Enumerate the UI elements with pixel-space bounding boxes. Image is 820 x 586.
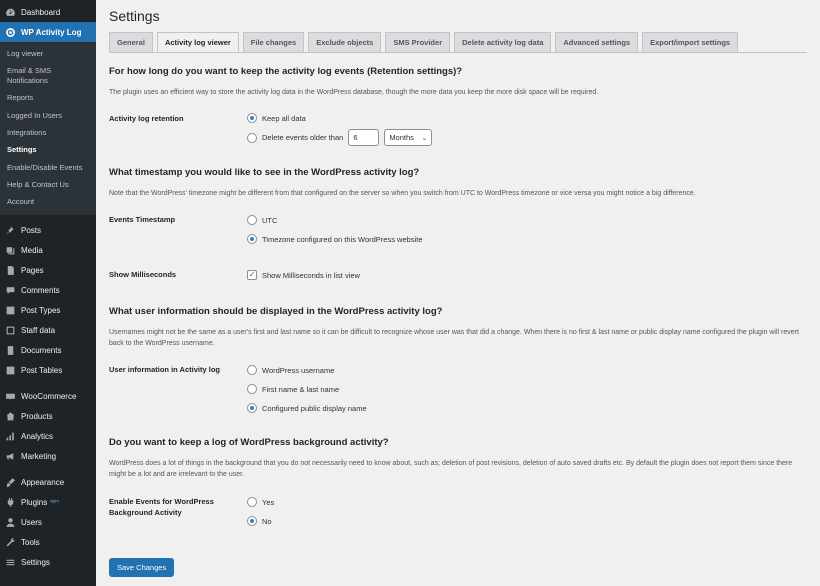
analytics-icon	[4, 430, 17, 443]
timestamp-wp-timezone-option[interactable]: Timezone configured on this WordPress we…	[247, 234, 423, 244]
background-description: WordPress does a lot of things in the ba…	[109, 460, 793, 478]
admin-sidebar: Dashboard WP Activity Log Log viewer Ema…	[0, 0, 96, 586]
milliseconds-checkbox[interactable]: ✓	[247, 270, 257, 280]
paintbrush-icon	[4, 476, 17, 489]
display-name-radio[interactable]	[247, 403, 257, 413]
pages-icon	[4, 264, 17, 277]
background-no-option[interactable]: No	[247, 516, 272, 526]
menu-post-types[interactable]: Post Types	[0, 301, 96, 321]
menu-appearance[interactable]: Appearance	[0, 473, 96, 493]
submenu-log-viewer[interactable]: Log viewer	[0, 45, 96, 62]
woocommerce-icon	[4, 390, 17, 403]
timestamp-title: What timestamp you would like to see in …	[109, 167, 420, 178]
chevron-down-icon: ⌄	[421, 134, 428, 142]
menu-settings[interactable]: Settings	[0, 553, 96, 573]
comments-icon	[4, 284, 17, 297]
menu-products[interactable]: Products	[0, 407, 96, 427]
media-icon	[4, 244, 17, 257]
userinfo-description: Usernames might not be the same as a use…	[109, 329, 799, 347]
timestamp-utc-option[interactable]: UTC	[247, 215, 277, 225]
tab-general[interactable]: General	[109, 32, 153, 52]
menu-wp-activity-log[interactable]: WP Activity Log	[0, 22, 96, 42]
tab-sms-provider[interactable]: SMS Provider	[385, 32, 451, 52]
save-changes-button[interactable]: Save Changes	[109, 558, 175, 577]
post-tables-icon	[4, 364, 17, 377]
tab-file-changes[interactable]: File changes	[242, 32, 305, 52]
settings-icon	[4, 556, 17, 569]
users-icon	[4, 516, 17, 529]
background-title: Do you want to keep a log of WordPress b…	[109, 437, 389, 448]
userinfo-display-name-option[interactable]: Configured public display name	[247, 403, 367, 413]
staff-data-icon	[4, 324, 17, 337]
tab-advanced-settings[interactable]: Advanced settings	[555, 32, 639, 52]
timestamp-label: Events Timestamp	[109, 215, 176, 224]
submenu-settings[interactable]: Settings	[0, 141, 96, 158]
retention-description: The plugin uses an efficient way to stor…	[109, 89, 599, 96]
submenu-account[interactable]: Account	[0, 193, 96, 210]
retention-keep-all-option[interactable]: Keep all data	[247, 113, 306, 123]
menu-post-tables[interactable]: Post Tables	[0, 361, 96, 381]
menu-comments[interactable]: Comments	[0, 281, 96, 301]
dashboard-icon	[4, 6, 17, 19]
submenu-logged-in-users[interactable]: Logged In Users	[0, 107, 96, 124]
delete-older-radio[interactable]	[247, 132, 257, 143]
utc-radio[interactable]	[247, 215, 257, 225]
background-no-radio[interactable]	[247, 516, 257, 526]
menu-pages[interactable]: Pages	[0, 261, 96, 281]
background-label: Enable Events for WordPress Background A…	[109, 497, 214, 517]
submenu-integrations[interactable]: Integrations	[0, 124, 96, 141]
tab-delete-activity-log-data[interactable]: Delete activity log data	[454, 32, 552, 52]
plugins-icon	[4, 496, 17, 509]
wp-timezone-radio[interactable]	[247, 234, 257, 244]
submenu-notifications[interactable]: Email & SMS Notifications	[0, 62, 96, 89]
userinfo-firstlast-option[interactable]: First name & last name	[247, 384, 339, 394]
tab-export-import-settings[interactable]: Export/import settings	[642, 32, 739, 52]
tab-divider	[109, 52, 807, 53]
menu-tools[interactable]: Tools	[0, 533, 96, 553]
products-icon	[4, 410, 17, 423]
menu-staff-data[interactable]: Staff data	[0, 321, 96, 341]
milliseconds-option[interactable]: ✓ Show Milliseconds in list view	[247, 270, 360, 280]
background-yes-option[interactable]: Yes	[247, 497, 274, 507]
activity-log-icon	[4, 26, 17, 39]
submenu-reports[interactable]: Reports	[0, 89, 96, 106]
page-title: Settings	[109, 8, 160, 24]
wrench-icon	[4, 536, 17, 549]
retention-label: Activity log retention	[109, 114, 184, 123]
menu-users[interactable]: Users	[0, 513, 96, 533]
plugin-badge-icon: ʷᵖᵐ	[50, 499, 59, 506]
menu-media[interactable]: Media	[0, 241, 96, 261]
userinfo-title: What user information should be displaye…	[109, 306, 443, 317]
userinfo-label: User information in Activity log	[109, 365, 220, 374]
menu-dashboard[interactable]: Dashboard	[0, 2, 96, 22]
tab-exclude-objects[interactable]: Exclude objects	[308, 32, 382, 52]
pin-icon	[4, 224, 17, 237]
timestamp-description: Note that the WordPress' timezone might …	[109, 190, 696, 197]
submenu-help-contact[interactable]: Help & Contact Us	[0, 176, 96, 193]
userinfo-username-option[interactable]: WordPress username	[247, 365, 334, 375]
menu-documents[interactable]: Documents	[0, 341, 96, 361]
submenu-enable-disable-events[interactable]: Enable/Disable Events	[0, 159, 96, 176]
post-types-icon	[4, 304, 17, 317]
menu-analytics[interactable]: Analytics	[0, 427, 96, 447]
background-yes-radio[interactable]	[247, 497, 257, 507]
milliseconds-label: Show Milliseconds	[109, 270, 177, 279]
retention-number-input[interactable]: 6	[348, 129, 380, 146]
username-radio[interactable]	[247, 365, 257, 375]
retention-title: For how long do you want to keep the act…	[109, 66, 463, 77]
megaphone-icon	[4, 450, 17, 463]
menu-posts[interactable]: Posts	[0, 221, 96, 241]
main-content: Settings General Activity log viewer Fil…	[96, 0, 820, 586]
settings-tabs: General Activity log viewer File changes…	[109, 32, 742, 52]
documents-icon	[4, 344, 17, 357]
retention-delete-older-option[interactable]: Delete events older than 6 Months ⌄	[247, 129, 433, 146]
tab-activity-log-viewer[interactable]: Activity log viewer	[156, 32, 239, 52]
menu-plugins[interactable]: Plugins ʷᵖᵐ	[0, 493, 96, 513]
menu-marketing[interactable]: Marketing	[0, 447, 96, 467]
wp-activity-log-submenu: Log viewer Email & SMS Notifications Rep…	[0, 42, 96, 215]
menu-woocommerce[interactable]: WooCommerce	[0, 387, 96, 407]
retention-unit-select[interactable]: Months ⌄	[384, 129, 433, 146]
firstlast-radio[interactable]	[247, 384, 257, 394]
keep-all-radio[interactable]	[247, 113, 257, 123]
